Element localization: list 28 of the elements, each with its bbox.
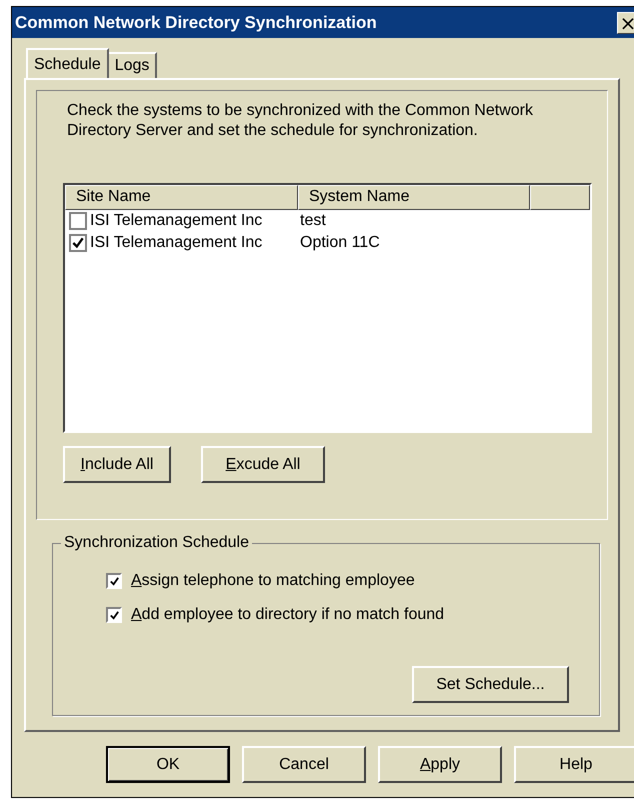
list-button[interactable]: Excude All: [201, 446, 325, 483]
window-title: Common Network Directory Synchronization: [15, 12, 377, 32]
table-cell-text: ISI Telemanagement Inc: [90, 234, 264, 252]
checkbox[interactable]: [69, 212, 87, 230]
checkbox[interactable]: [106, 573, 122, 589]
check-icon: [71, 236, 85, 250]
list-button[interactable]: Include All: [63, 446, 171, 483]
set-schedule-button[interactable]: Set Schedule...: [412, 666, 569, 703]
dialog-button[interactable]: Help: [514, 746, 634, 783]
tab[interactable]: Schedule: [26, 48, 109, 78]
dialog-button[interactable]: Apply: [378, 746, 502, 783]
checkbox[interactable]: [69, 234, 87, 252]
dialog-button[interactable]: OK: [106, 746, 230, 783]
column-header[interactable]: Site Name: [65, 185, 298, 210]
group-title: Synchronization Schedule: [63, 534, 250, 552]
close-button[interactable]: ×: [617, 12, 634, 34]
dialog-button[interactable]: Cancel: [242, 746, 366, 783]
check-icon: [108, 576, 120, 586]
checkbox[interactable]: [106, 607, 122, 623]
tab[interactable]: Logs: [106, 52, 158, 78]
table-cell: Option 11C: [300, 234, 380, 252]
option-label: Add employee to directory if no match found: [131, 606, 444, 624]
table-cell: test: [300, 212, 326, 230]
column-header[interactable]: System Name: [298, 185, 530, 210]
check-icon: [108, 610, 120, 620]
option-label: Assign telephone to matching employee: [131, 572, 415, 590]
table-cell-text: ISI Telemanagement Inc: [90, 212, 264, 230]
description: Check the systems to be synchronized with the Common Network Directory Server and set the schedule for synchronization.: [67, 101, 534, 141]
